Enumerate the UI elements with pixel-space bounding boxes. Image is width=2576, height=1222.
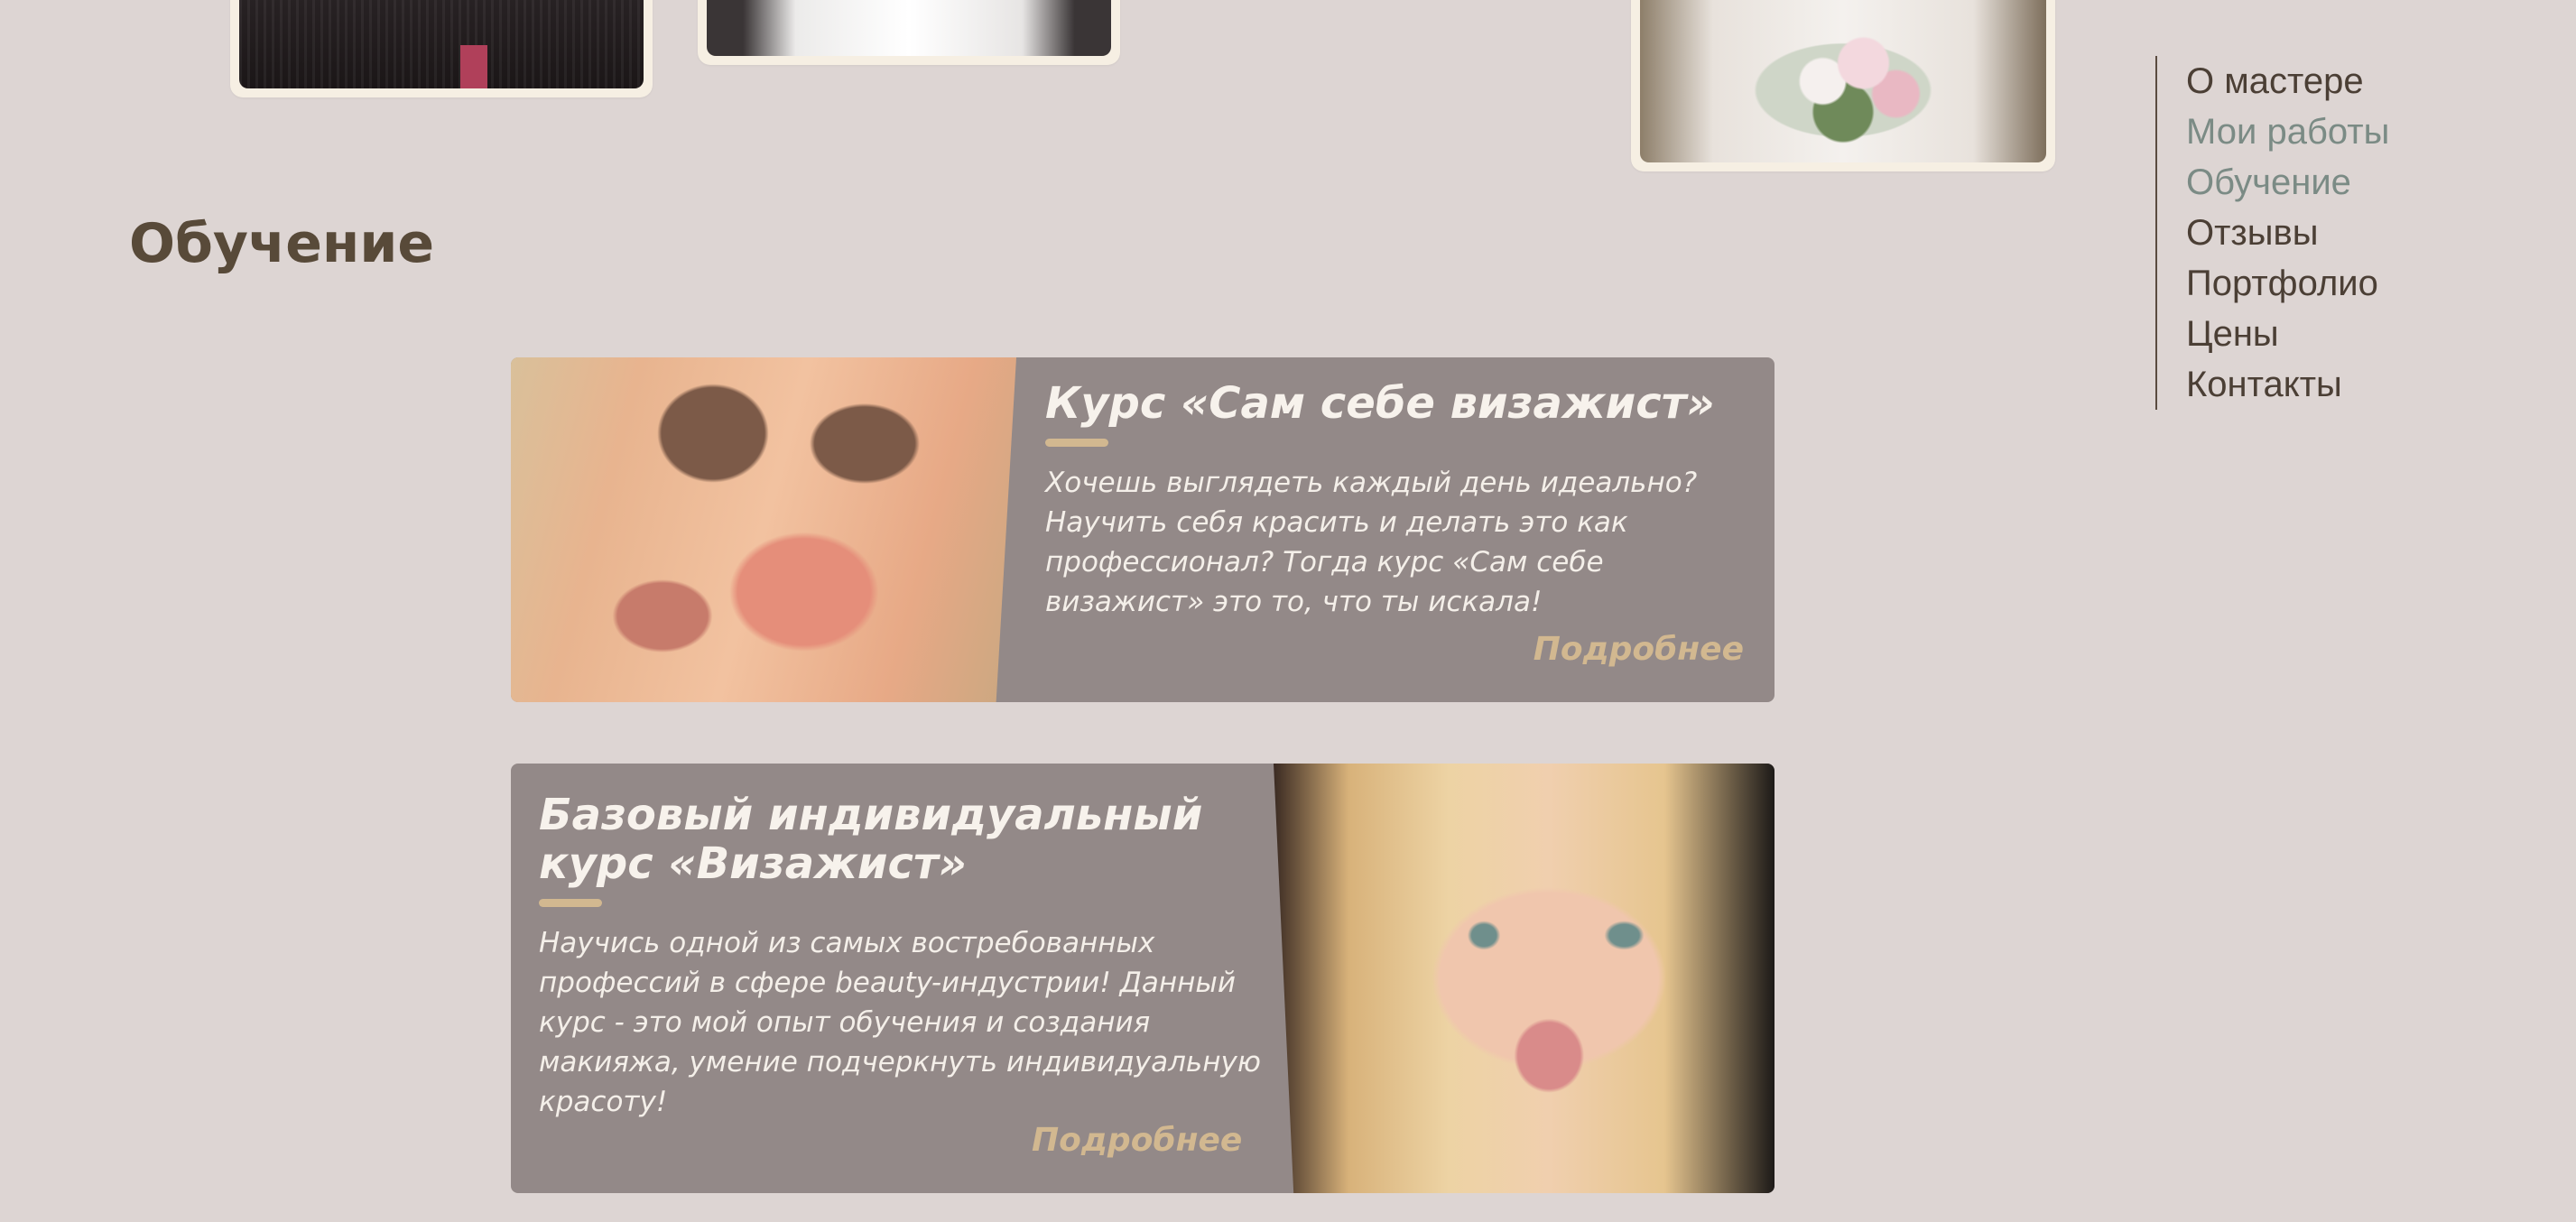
course-card-makeup-artist: Базовый индивидуальный курс «Визажист» Н… [511,764,1774,1193]
nav-item-reviews[interactable]: Отзывы [2186,215,2319,251]
course-description: Научись одной из самых востребованных пр… [539,927,1261,1118]
nav-item-portfolio[interactable]: Портфолио [2186,265,2378,301]
course-text: Курс «Сам себе визажист» Хочешь выглядет… [1045,357,1758,622]
nav-item-my-works[interactable]: Мои работы [2186,114,2389,150]
more-link-makeup-artist[interactable]: Подробнее [1032,1125,1242,1157]
portfolio-photo-1[interactable] [230,0,653,97]
course-photo-self-makeup [511,357,1016,702]
course-divider [1045,439,1108,447]
course-title: Курс «Сам себе визажист» [1045,378,1715,429]
nav-item-about[interactable]: О мастере [2186,63,2364,99]
section-title: Обучение [129,212,435,275]
course-photo-makeup-artist [1274,764,1774,1193]
course-divider [539,899,602,907]
course-title: Базовый индивидуальный курс «Визажист» [539,790,1203,889]
portfolio-photo-3[interactable] [1631,0,2055,171]
portfolio-image-detail [460,45,487,88]
course-card-self-makeup: Курс «Сам себе визажист» Хочешь выглядет… [511,357,1774,702]
course-description: Хочешь выглядеть каждый день идеально? Н… [1045,467,1698,618]
nav-item-prices[interactable]: Цены [2186,316,2279,352]
nav-item-training[interactable]: Обучение [2186,164,2351,200]
portfolio-image-2 [707,0,1111,56]
course-text: Базовый индивидуальный курс «Визажист» Н… [539,764,1261,1122]
portfolio-photo-2[interactable] [698,0,1120,65]
more-link-self-makeup[interactable]: Подробнее [1534,634,1744,666]
nav-item-contacts[interactable]: Контакты [2186,366,2342,403]
side-navigation: О мастере Мои работы Обучение Отзывы Пор… [2155,56,2419,410]
portfolio-image-1 [239,0,644,88]
portfolio-image-3-bridal-bouquet [1640,0,2046,162]
